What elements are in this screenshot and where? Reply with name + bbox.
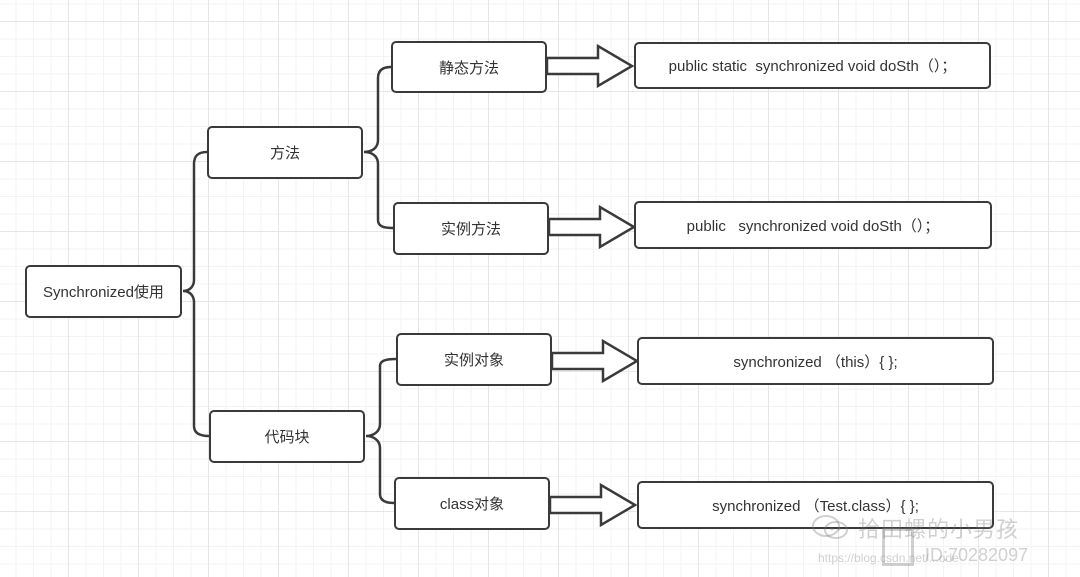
brace-method (363, 65, 394, 230)
arrow-instance-method (547, 204, 637, 250)
leaf-node-instance-object[interactable]: 实例对象 (396, 333, 552, 386)
csdn-logo-icon (882, 528, 914, 566)
code-box-static-method[interactable]: public static synchronized void doSth（）； (634, 42, 991, 89)
leaf-node-class-object[interactable]: class对象 (394, 477, 550, 530)
leaf-node-instance-method[interactable]: 实例方法 (393, 202, 549, 255)
arrow-class-object (548, 482, 638, 528)
brace-block (365, 357, 397, 505)
root-node[interactable]: Synchronized使用 (25, 265, 182, 318)
code-box-instance-method[interactable]: public synchronized void doSth（）； (634, 201, 992, 249)
arrow-instance-object (550, 338, 640, 384)
leaf-node-static-method[interactable]: 静态方法 (391, 41, 547, 93)
brace-root (182, 150, 210, 438)
wechat-icon (812, 515, 848, 539)
branch-node-method[interactable]: 方法 (207, 126, 363, 179)
arrow-static (545, 43, 635, 89)
code-box-instance-object[interactable]: synchronized （this）{ }; (637, 337, 994, 385)
branch-node-code-block[interactable]: 代码块 (209, 410, 365, 463)
